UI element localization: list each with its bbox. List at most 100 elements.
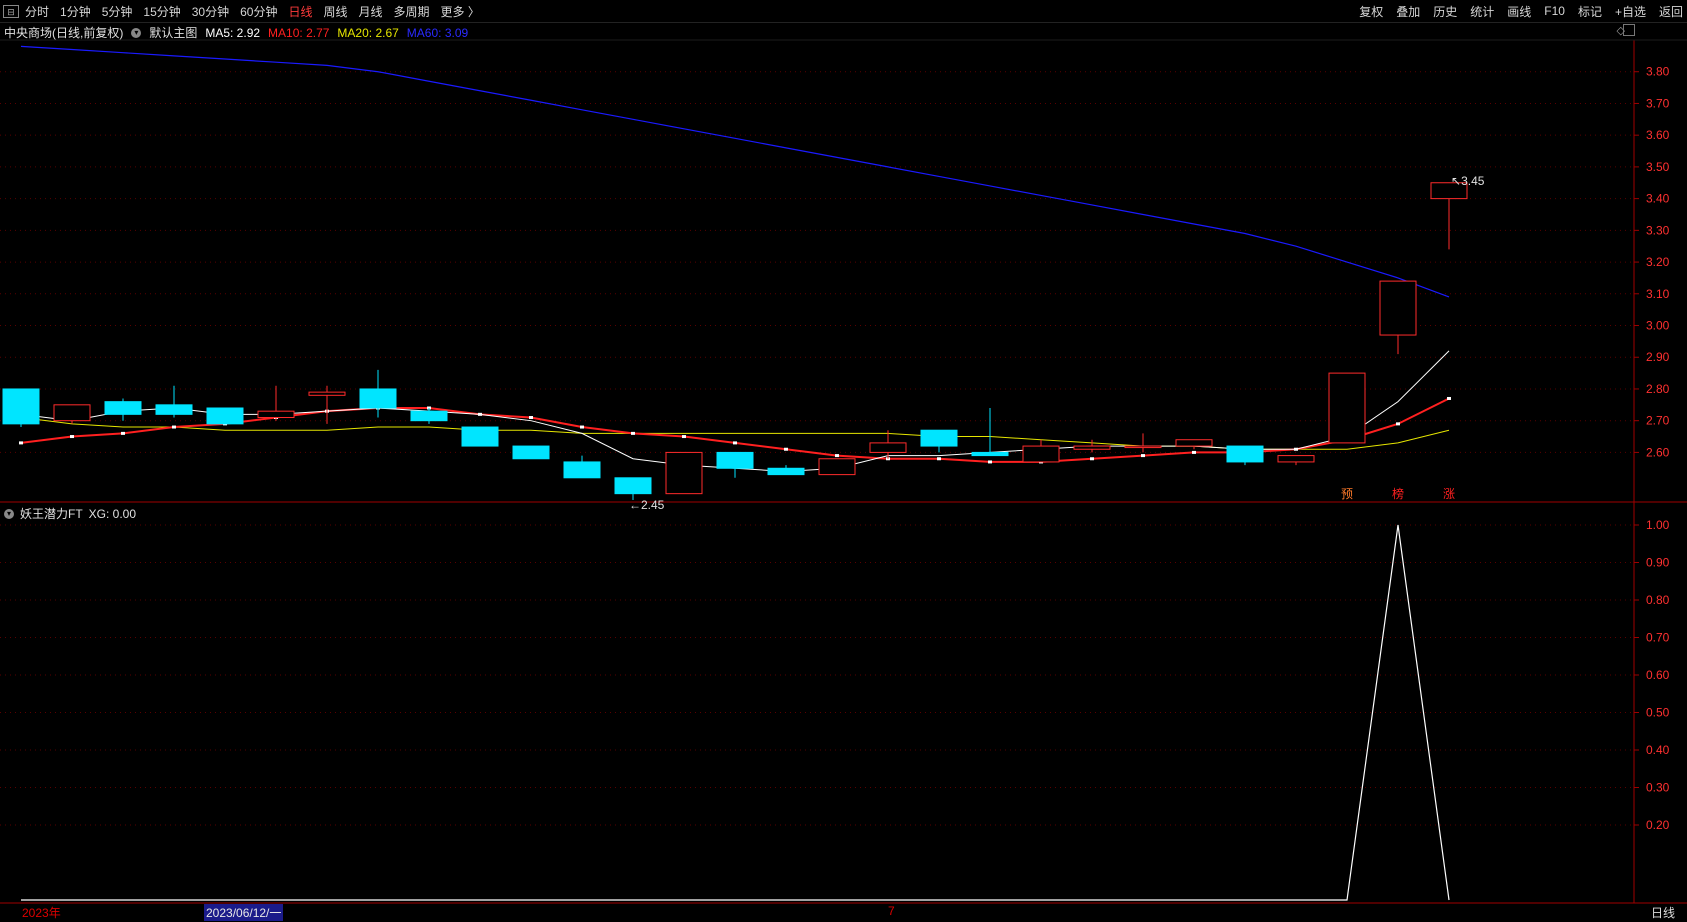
candle-body [971,451,1009,457]
kline-chart[interactable]: 2.60 2.70 2.80 2.90 3.00 3.10 3.20 3.30 3.40 3.50… [0,0,1687,922]
ma10-point [733,441,737,445]
price-tick-label: 2.70 [1646,414,1670,428]
candle-body [104,401,142,415]
ma60-line [20,45,1450,298]
price-tick-label: 3.00 [1646,319,1670,333]
candle-body [359,388,397,409]
arrow-left-icon: ← [629,498,641,512]
ma10-point [1396,422,1400,426]
period-indicator[interactable]: 日线 [1651,904,1675,921]
ma10-point [835,454,839,458]
candle-body [818,458,856,476]
candle-body [512,445,550,460]
price-tick-label: 3.60 [1646,128,1670,142]
price-tick-label: 2.60 [1646,445,1670,459]
ma10-point [1090,457,1094,461]
candle-body [869,442,907,453]
panel-maximize-icon[interactable] [1623,24,1635,36]
candle-body [563,461,601,479]
price-tick-label: 3.30 [1646,223,1670,237]
value-tick-label: 0.40 [1646,743,1670,757]
low-price-marker: ←2.45 [629,498,664,512]
candle-body [1073,445,1111,450]
candle-body [461,426,499,447]
signal-label-bang: 榜 [1392,487,1405,501]
indicator-toggle-icon[interactable]: ▾ [4,508,14,519]
value-tick-label: 0.90 [1646,556,1670,570]
candle-body [308,391,346,396]
arrow-left-icon: ↖ [1451,173,1462,188]
candle-body [614,477,652,495]
candle-body [1226,445,1264,463]
ma10-point [19,441,23,445]
ma20-value: MA20: 2.67 [337,25,399,40]
candle-body [920,429,958,447]
candle-body [1379,280,1417,336]
candle-body [206,407,244,425]
template-name[interactable]: 默认主图 [149,24,197,41]
price-tick-label: 2.90 [1646,350,1670,364]
price-tick-label: 3.50 [1646,160,1670,174]
ma10-point [172,425,176,429]
value-tick-label: 0.50 [1646,706,1670,720]
ma10-point [937,457,941,461]
price-tick-label: 3.40 [1646,192,1670,206]
signal-label-yu: 预 [1341,487,1354,501]
stock-title: 中央商场(日线,前复权) [4,26,124,40]
signal-label-zhang: 涨 [1443,487,1456,501]
candle-body [1124,445,1162,449]
sub-grid [0,524,1634,826]
price-tick-label: 2.80 [1646,382,1670,396]
low-price-value: 2.45 [641,498,665,512]
sub-info-line: ▾ 妖王潜力FT XG: 0.00 [4,505,136,522]
candle-body [155,404,193,415]
value-tick-label: 0.70 [1646,631,1670,645]
ma10-value: MA10: 2.77 [268,25,330,40]
ma10-point [784,447,788,451]
xg-value: XG: 0.00 [88,506,137,521]
value-tick-label: 1.00 [1646,518,1670,532]
high-price-marker: ↖3.45 [1451,174,1484,188]
candle-body [665,451,703,495]
price-tick-label: 3.70 [1646,96,1670,110]
ma60-value: MA60: 3.09 [406,25,469,40]
year-label: 2023年 [22,906,61,920]
ma10-point [1447,396,1451,400]
candle-body [410,410,448,422]
value-tick-label: 0.30 [1646,781,1670,795]
ma10-point [988,460,992,464]
price-tick-label: 3.10 [1646,287,1670,301]
main-price-axis: 2.60 2.70 2.80 2.90 3.00 3.10 3.20 3.30 3.40 3.50… [1634,65,1670,459]
ma10-point [121,431,125,435]
ma10-point [1141,454,1145,458]
candle-body [716,451,754,469]
ma5-value: MA5: 2.92 [205,25,261,40]
ma10-point [631,431,635,435]
month-label: 7 [888,904,895,918]
indicator-name[interactable]: 妖王潜力FT [20,505,83,522]
value-tick-label: 0.20 [1646,818,1670,832]
candle-body [2,388,40,425]
price-tick-label: 3.80 [1646,65,1670,79]
candle-body [1175,439,1213,447]
price-tick-label: 3.20 [1646,255,1670,269]
ma60-series [20,45,1450,298]
candle-body [1328,372,1366,444]
value-tick-label: 0.60 [1646,668,1670,682]
main-grid [0,71,1634,453]
value-tick-label: 0.80 [1646,593,1670,607]
high-price-value: 3.45 [1461,173,1485,188]
candle-body [767,467,805,476]
selected-date: 2023/06/12/一 [204,904,284,921]
ma10-point [1192,450,1196,454]
main-info-line: 中央商场(日线,前复权) ▾ 默认主图 MA5: 2.92 MA10: 2.77… [4,24,468,41]
ma10-point [580,425,584,429]
candle-body [1022,445,1060,463]
ma10-point [529,416,533,420]
candle-body [1277,455,1315,463]
sub-value-axis: 0.20 0.30 0.40 0.50 0.60 0.70 0.80 0.90 1.00 [1634,518,1670,832]
ma10-point [682,435,686,439]
template-toggle-icon[interactable]: ▾ [131,27,142,38]
ma10-point [70,435,74,439]
candle-body [257,410,295,419]
